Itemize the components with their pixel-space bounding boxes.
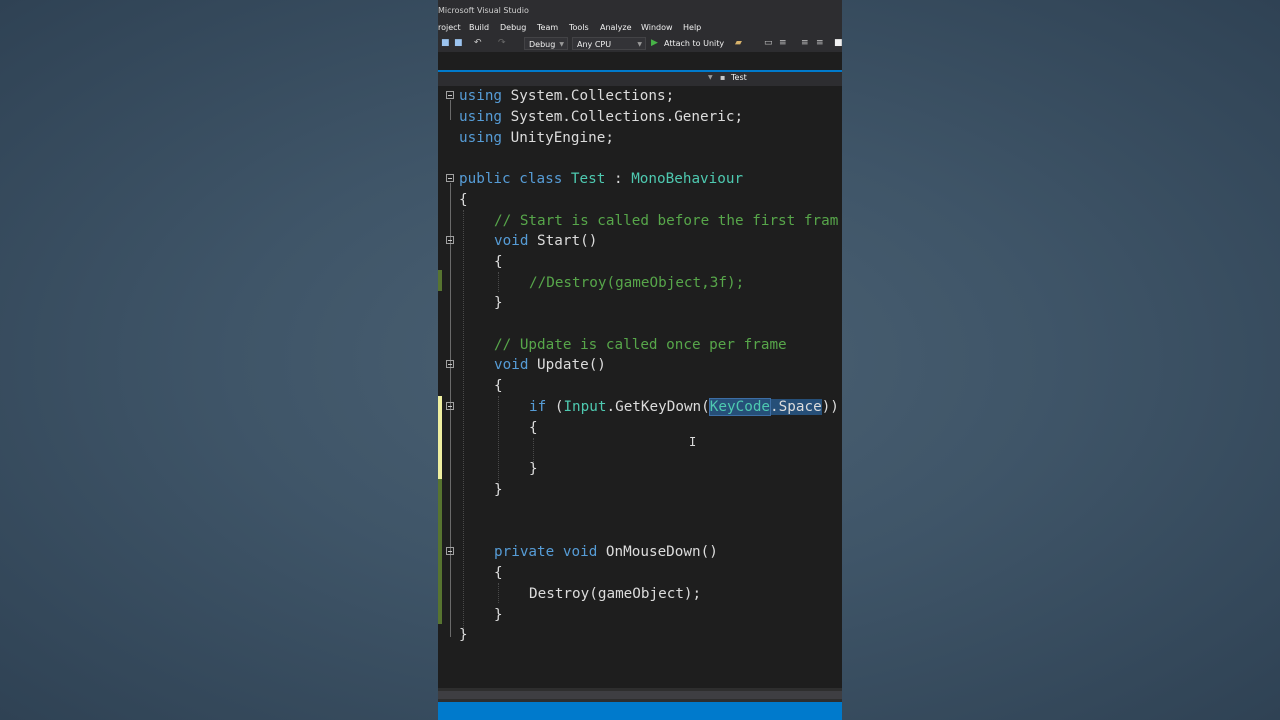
change-marker — [438, 396, 442, 479]
collapse-icon[interactable] — [446, 547, 454, 555]
redo-icon[interactable]: ↷ — [498, 39, 507, 48]
change-marker — [438, 270, 442, 291]
code-comment: // Start is called before the first fram — [494, 213, 839, 229]
uncomment-icon[interactable]: ≡ — [816, 39, 825, 48]
code-line: { — [494, 378, 503, 394]
text-cursor-icon: I — [689, 435, 697, 449]
selected-text: KeyCode — [708, 398, 772, 416]
code-comment: // Update is called once per frame — [494, 337, 787, 353]
menu-help[interactable]: Help — [683, 20, 701, 35]
code-line: { — [494, 565, 503, 581]
visual-studio-window: Microsoft Visual Studio roject Build Deb… — [438, 0, 842, 720]
outline-line — [450, 100, 451, 120]
menu-analyze[interactable]: Analyze — [600, 20, 632, 35]
comment-icon[interactable]: ≡ — [801, 39, 810, 48]
code-line: { — [529, 420, 538, 436]
member-dropdown[interactable]: Test — [731, 72, 747, 84]
indent-guide — [463, 210, 464, 630]
collapse-icon[interactable] — [446, 402, 454, 410]
chevron-down-icon: ▼ — [559, 41, 564, 48]
change-marker — [438, 479, 442, 624]
save-all-icon[interactable]: ■ — [454, 39, 463, 48]
code-line: void Start() — [494, 233, 598, 249]
member-icon: ▪ — [720, 73, 726, 82]
outline-line — [450, 183, 451, 637]
stop-icon[interactable]: ■ — [834, 39, 842, 48]
folder-icon[interactable]: ▰ — [735, 39, 744, 48]
indent-guide — [498, 272, 499, 292]
bookmark-icon[interactable]: ▭ — [764, 39, 773, 48]
save-icon[interactable]: ■ — [441, 39, 450, 48]
menu-project[interactable]: roject — [438, 20, 461, 35]
menu-window[interactable]: Window — [641, 20, 673, 35]
play-icon[interactable]: ▶ — [651, 38, 658, 48]
menu-team[interactable]: Team — [537, 20, 558, 35]
status-bar — [438, 702, 842, 720]
code-line: { — [494, 254, 503, 270]
code-line: } — [494, 607, 503, 623]
menu-debug[interactable]: Debug — [500, 20, 526, 35]
code-line: } — [529, 461, 538, 477]
code-line: } — [494, 295, 503, 311]
code-comment: //Destroy(gameObject,3f); — [529, 275, 745, 291]
code-line: Destroy(gameObject); — [529, 586, 702, 602]
code-line: using UnityEngine; — [459, 130, 614, 146]
navigation-bar: ▼ ▪ Test — [438, 72, 842, 86]
code-line: } — [494, 482, 503, 498]
indent-guide — [498, 396, 499, 488]
menu-bar: roject Build Debug Team Tools Analyze Wi… — [438, 20, 842, 35]
config-value: Debug — [529, 40, 556, 49]
undo-icon[interactable]: ↶ — [474, 39, 483, 48]
code-line: public class Test : MonoBehaviour — [459, 171, 744, 187]
collapse-icon[interactable] — [446, 91, 454, 99]
chevron-down-icon: ▼ — [637, 41, 642, 48]
horizontal-scrollbar[interactable] — [438, 688, 842, 702]
code-line: using System.Collections.Generic; — [459, 109, 744, 125]
indent-guide — [498, 583, 499, 603]
config-dropdown[interactable]: Debug ▼ — [524, 37, 568, 50]
collapse-icon[interactable] — [446, 174, 454, 182]
code-line: { — [459, 192, 468, 208]
collapse-icon[interactable] — [446, 360, 454, 368]
code-line: if (Input.GetKeyDown(KeyCode.Space)) — [529, 398, 839, 416]
code-line: using System.Collections; — [459, 88, 675, 104]
window-title: Microsoft Visual Studio — [438, 0, 842, 20]
scrollbar-thumb[interactable] — [438, 691, 842, 699]
platform-value: Any CPU — [577, 40, 612, 49]
toolbar: ■ ■ ↶ ↷ Debug ▼ Any CPU ▼ ▶ Attach to Un… — [438, 35, 842, 52]
platform-dropdown[interactable]: Any CPU ▼ — [572, 37, 646, 50]
chevron-down-icon[interactable]: ▼ — [708, 72, 713, 84]
menu-tools[interactable]: Tools — [569, 20, 589, 35]
menu-build[interactable]: Build — [469, 20, 489, 35]
code-editor[interactable]: using System.Collections; using System.C… — [438, 86, 842, 688]
code-line: private void OnMouseDown() — [494, 544, 718, 560]
code-line: } — [459, 627, 468, 643]
attach-to-unity-button[interactable]: Attach to Unity — [664, 37, 724, 50]
collapse-icon[interactable] — [446, 236, 454, 244]
code-line: void Update() — [494, 357, 606, 373]
format-icon[interactable]: ≡ — [779, 39, 788, 48]
